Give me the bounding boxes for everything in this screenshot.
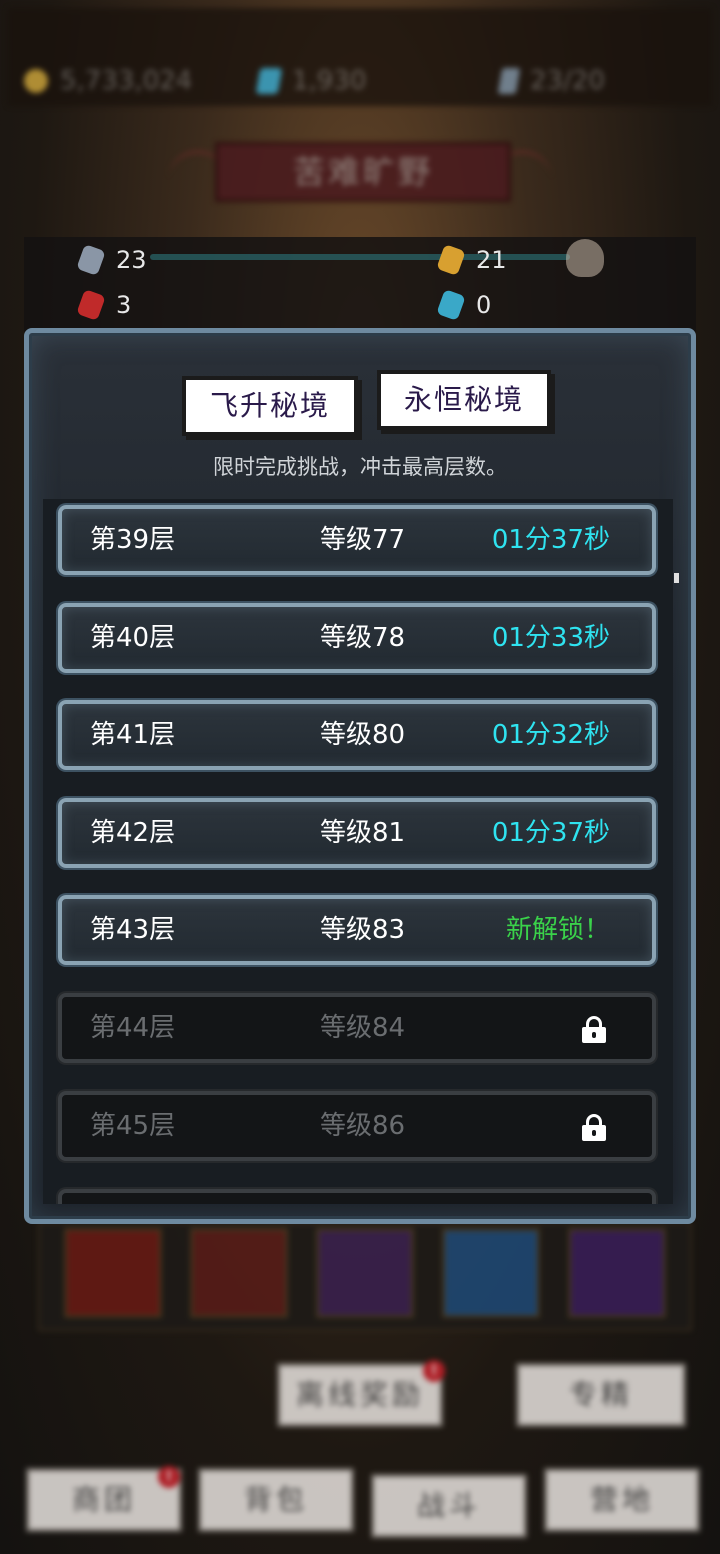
- floor-row-40[interactable]: 第40层 等级78 01分33秒: [58, 603, 656, 673]
- gold-coin-icon: [24, 69, 48, 93]
- grey-rune-count: 23: [116, 246, 147, 274]
- nav-battle-button[interactable]: 战斗: [371, 1474, 527, 1538]
- clear-time: 01分33秒: [491, 623, 610, 653]
- floor-label: 第42层: [90, 818, 176, 848]
- floor-label: 第43层: [90, 915, 176, 945]
- floor-row-46-partial: [58, 1189, 656, 1204]
- dialog-subtitle: 限时完成挑战，冲击最高层数。: [213, 455, 507, 479]
- level-label: 等级83: [320, 915, 406, 945]
- floor-label: 第41层: [90, 720, 176, 750]
- floor-label: 第40层: [90, 623, 176, 653]
- red-rune-count: 3: [116, 291, 132, 319]
- floor-row-42[interactable]: 第42层 等级81 01分37秒: [58, 798, 656, 868]
- floor-label: 第44层: [90, 1013, 176, 1043]
- lock-icon: [582, 1114, 606, 1141]
- grey-rune-icon: [76, 244, 106, 276]
- level-label: 等级77: [320, 525, 406, 555]
- gem-amount: 1,930: [292, 66, 367, 96]
- floor-row-43[interactable]: 第43层 等级83 新解锁！: [58, 895, 656, 965]
- stamina-amount: 23/20: [530, 66, 605, 96]
- offline-reward-button[interactable]: 离线奖励: [277, 1363, 443, 1427]
- crystal-icon: [497, 68, 521, 94]
- clear-time: 01分37秒: [491, 818, 610, 848]
- fox-icon: [566, 239, 604, 277]
- level-label: 等级84: [320, 1013, 406, 1043]
- nav-backpack-button[interactable]: 背包: [198, 1468, 354, 1532]
- tab-eternal-realm[interactable]: 永恒秘境: [377, 370, 551, 430]
- stat-red-rune: 3: [76, 289, 132, 321]
- skill-slot-2[interactable]: [190, 1228, 288, 1318]
- clear-time: 01分37秒: [491, 525, 610, 555]
- stat-blue-rune: 0: [436, 289, 492, 321]
- gold-resource: 5,733,024: [24, 66, 192, 96]
- gold-rune-icon: [436, 244, 466, 276]
- gem-icon: [255, 68, 283, 94]
- clear-time: 01分32秒: [491, 720, 610, 750]
- guild-badge: !: [158, 1466, 180, 1488]
- skill-slot-3[interactable]: [316, 1228, 414, 1318]
- gold-rune-count: 21: [476, 246, 507, 274]
- blue-rune-count: 0: [476, 291, 492, 319]
- new-unlock-label: 新解锁！: [505, 915, 610, 945]
- level-label: 等级81: [320, 818, 406, 848]
- level-label: 等级80: [320, 720, 406, 750]
- floor-row-41[interactable]: 第41层 等级80 01分32秒: [58, 700, 656, 770]
- region-title: 苦难旷野: [215, 142, 511, 202]
- floor-list[interactable]: 第39层 等级77 01分37秒 第40层 等级78 01分33秒 第41层 等…: [43, 499, 673, 1204]
- stage-progress-line: [150, 254, 570, 260]
- secret-realm-dialog: 飞升秘境 永恒秘境 限时完成挑战，冲击最高层数。 第39层 等级77 01分37…: [24, 328, 696, 1224]
- skill-slot-5[interactable]: [568, 1228, 666, 1318]
- floor-row-39[interactable]: 第39层 等级77 01分37秒: [58, 505, 656, 575]
- nav-camp-button[interactable]: 营地: [544, 1468, 700, 1532]
- level-label: 等级78: [320, 623, 406, 653]
- stamina-resource: 23/20: [497, 66, 605, 96]
- skill-slot-4[interactable]: [442, 1228, 540, 1318]
- skill-slot-1[interactable]: [64, 1228, 162, 1318]
- specialize-button[interactable]: 专精: [516, 1363, 686, 1427]
- red-rune-icon: [76, 289, 106, 321]
- level-label: 等级86: [320, 1111, 406, 1141]
- gem-resource: 1,930: [255, 66, 367, 96]
- tab-ascension-realm[interactable]: 飞升秘境: [182, 376, 358, 436]
- stat-grey-rune: 23: [76, 244, 147, 276]
- floor-label: 第39层: [90, 525, 176, 555]
- gold-amount: 5,733,024: [60, 66, 193, 96]
- floor-row-44: 第44层 等级84: [58, 993, 656, 1063]
- floor-row-45: 第45层 等级86: [58, 1091, 656, 1161]
- scrollbar[interactable]: [674, 573, 679, 583]
- floor-label: 第45层: [90, 1111, 176, 1141]
- stat-gold-rune: 21: [436, 244, 507, 276]
- offline-reward-badge: !: [423, 1360, 445, 1382]
- lock-icon: [582, 1016, 606, 1043]
- blue-rune-icon: [436, 289, 466, 321]
